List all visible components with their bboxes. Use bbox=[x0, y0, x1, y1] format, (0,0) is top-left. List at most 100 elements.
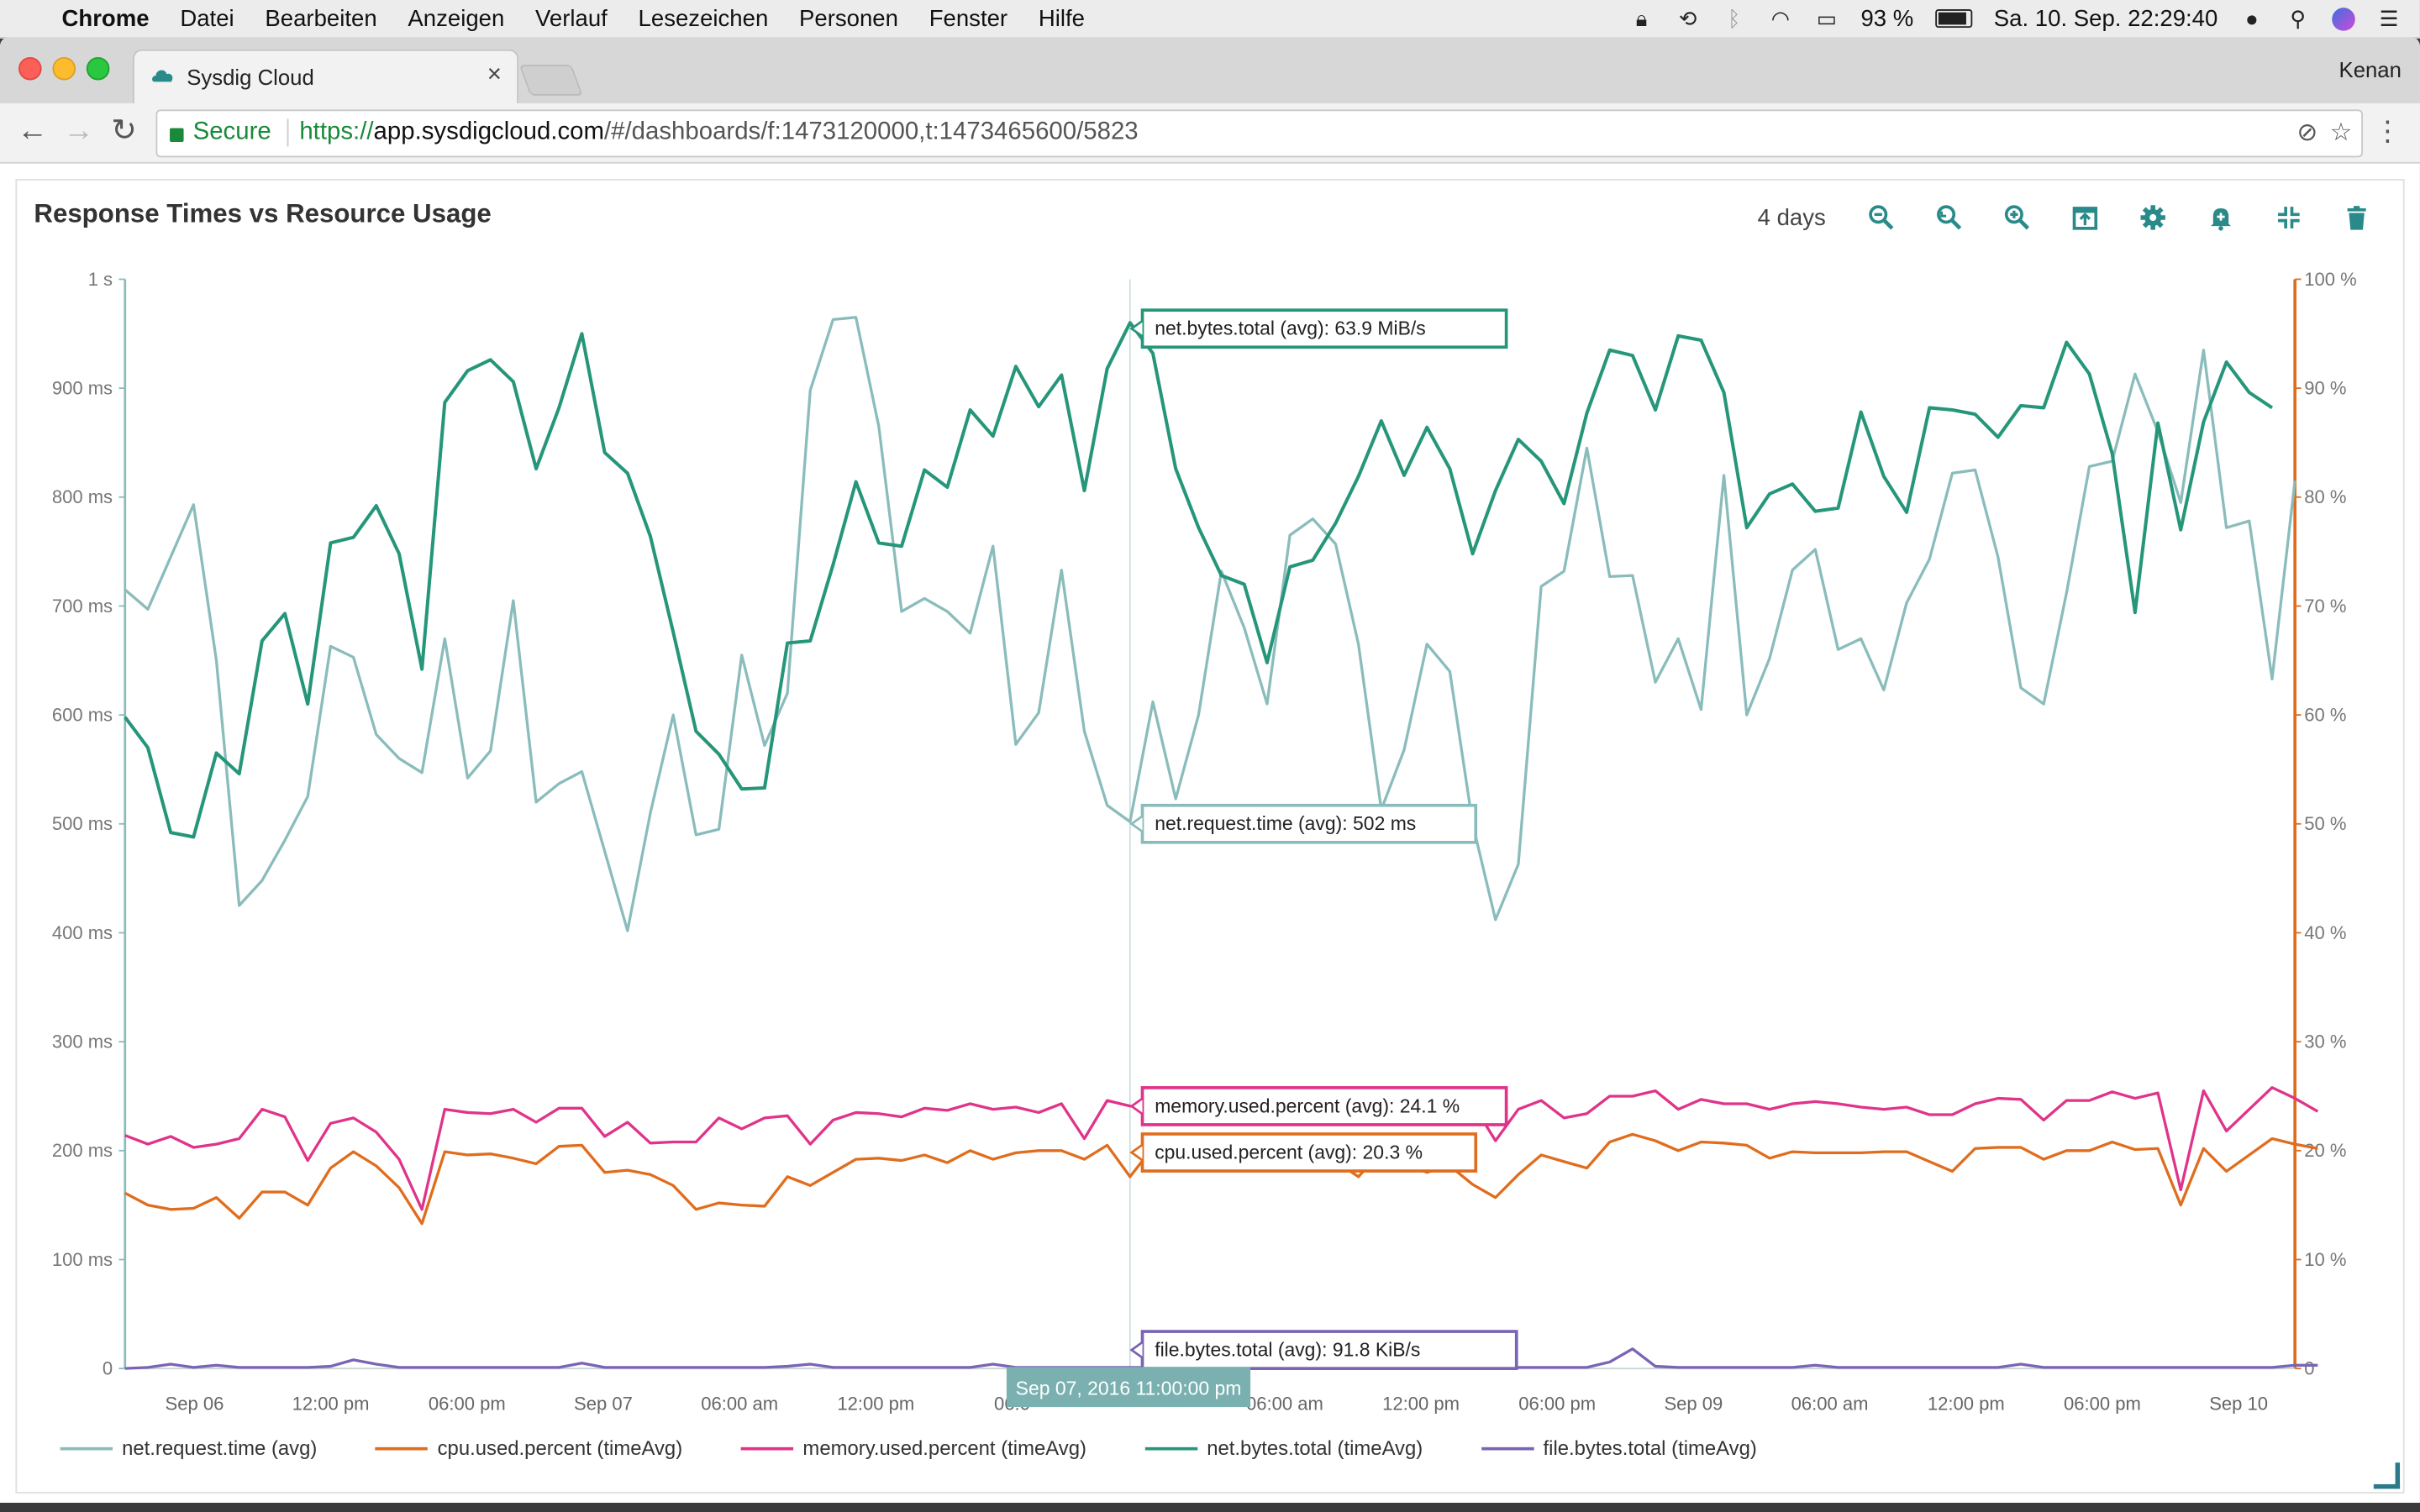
y-right-tick-label: 50 % bbox=[2304, 813, 2346, 834]
secure-label: Secure bbox=[192, 118, 271, 145]
lock-status-icon[interactable]: 🔒︎ bbox=[1629, 8, 1654, 29]
browser-window: Sysdig Cloud × Kenan ← → ↻ Secure https:… bbox=[0, 37, 2420, 1503]
tab-title: Sysdig Cloud bbox=[187, 65, 314, 90]
blocked-content-icon[interactable]: ⊘ bbox=[2296, 118, 2317, 149]
dashboard-panel: Response Times vs Resource Usage 4 days … bbox=[15, 179, 2405, 1494]
tooltip-pointer bbox=[1129, 1341, 1144, 1359]
menu-app[interactable]: Chrome bbox=[61, 5, 149, 31]
x-tick-label: Sep 10 bbox=[2209, 1394, 2268, 1415]
y-left-tick-label: 200 ms bbox=[52, 1140, 113, 1161]
y-right-tick-label: 60 % bbox=[2304, 704, 2346, 725]
new-tab-button[interactable] bbox=[518, 65, 583, 96]
padlock-icon bbox=[170, 127, 184, 142]
legend-swatch bbox=[376, 1446, 429, 1450]
omnibox-actions: ⊘ ☆ bbox=[2296, 118, 2352, 149]
y-left-tick-label: 500 ms bbox=[52, 813, 113, 834]
y-left-tick-label: 0 bbox=[103, 1357, 113, 1378]
wifi-icon[interactable]: ◠ bbox=[1768, 8, 1792, 29]
y-right-tick-label: 30 % bbox=[2304, 1031, 2346, 1052]
legend-item[interactable]: file.bytes.total (timeAvg) bbox=[1481, 1436, 1757, 1460]
menu-anzeigen[interactable]: Anzeigen bbox=[408, 5, 504, 31]
legend-item[interactable]: net.request.time (avg) bbox=[60, 1436, 318, 1460]
secure-indicator[interactable]: Secure bbox=[170, 118, 271, 146]
tooltip-text: cpu.used.percent (avg): 20.3 % bbox=[1155, 1141, 1423, 1163]
back-arrow-icon[interactable]: ← bbox=[17, 116, 48, 147]
legend-label: net.request.time (avg) bbox=[122, 1436, 318, 1460]
time-machine-icon[interactable]: ⟲ bbox=[1676, 8, 1700, 29]
tab-sysdig-cloud[interactable]: Sysdig Cloud × bbox=[132, 49, 519, 105]
y-right-tick-label: 80 % bbox=[2304, 486, 2346, 507]
x-tick-label: 06:00 am bbox=[701, 1394, 778, 1415]
y-right-tick-label: 40 % bbox=[2304, 922, 2346, 943]
screen: Chrome Datei Bearbeiten Anzeigen Verlauf… bbox=[0, 0, 2420, 1512]
hover-time-label: Sep 07, 2016 11:00:00 pm bbox=[1016, 1377, 1242, 1399]
legend-label: memory.used.percent (timeAvg) bbox=[802, 1436, 1086, 1460]
status-area: 🔒︎ ⟲ ᛒ ◠ ▭ 93 % Sa. 10. Sep. 22:29:40 ● … bbox=[1629, 0, 2402, 37]
clock[interactable]: Sa. 10. Sep. 22:29:40 bbox=[1994, 5, 2218, 31]
y-left-tick-label: 800 ms bbox=[52, 486, 113, 507]
menu-verlauf[interactable]: Verlauf bbox=[535, 5, 608, 31]
url-host: app.sysdigcloud.com bbox=[373, 118, 604, 145]
siri-icon[interactable] bbox=[2332, 7, 2355, 30]
y-left-tick-label: 300 ms bbox=[52, 1031, 113, 1052]
y-left-tick-label: 400 ms bbox=[52, 922, 113, 943]
menu-datei[interactable]: Datei bbox=[180, 5, 234, 31]
x-tick-label: 12:00 pm bbox=[1382, 1394, 1460, 1415]
menu-lesezeichen[interactable]: Lesezeichen bbox=[639, 5, 769, 31]
x-tick-label: 06:00 am bbox=[1791, 1394, 1869, 1415]
close-tab-icon[interactable]: × bbox=[487, 61, 502, 89]
y-left-tick-label: 700 ms bbox=[52, 596, 113, 617]
y-right-tick-label: 70 % bbox=[2304, 596, 2346, 617]
x-tick-label: 12:00 pm bbox=[837, 1394, 914, 1415]
legend-item[interactable]: cpu.used.percent (timeAvg) bbox=[376, 1436, 682, 1460]
battery-icon[interactable] bbox=[1934, 9, 1973, 29]
close-window-button[interactable] bbox=[18, 56, 42, 81]
x-tick-label: Sep 07 bbox=[574, 1394, 633, 1415]
menu-hilfe[interactable]: Hilfe bbox=[1039, 5, 1085, 31]
reload-icon[interactable]: ↻ bbox=[111, 116, 137, 147]
chrome-menu-icon[interactable]: ⋮ bbox=[2374, 116, 2402, 149]
menu-bearbeiten[interactable]: Bearbeiten bbox=[265, 5, 376, 31]
url-scheme: https:// bbox=[299, 118, 374, 145]
address-bar[interactable]: Secure https://app.sysdigcloud.com/#/das… bbox=[155, 109, 2363, 158]
profile-name[interactable]: Kenan bbox=[2339, 57, 2402, 81]
legend-item[interactable]: net.bytes.total (timeAvg) bbox=[1144, 1436, 1423, 1460]
tooltip-pointer bbox=[1129, 815, 1144, 833]
legend-label: cpu.used.percent (timeAvg) bbox=[437, 1436, 683, 1460]
notification-center-icon[interactable]: ☰ bbox=[2377, 8, 2402, 29]
y-right-tick-label: 20 % bbox=[2304, 1140, 2346, 1161]
menu-fenster[interactable]: Fenster bbox=[929, 5, 1007, 31]
legend-label: file.bytes.total (timeAvg) bbox=[1543, 1436, 1757, 1460]
x-tick-label: Sep 06 bbox=[166, 1394, 224, 1415]
url-text[interactable]: https://app.sysdigcloud.com/#/dashboards… bbox=[299, 118, 1138, 146]
legend-item[interactable]: memory.used.percent (timeAvg) bbox=[740, 1436, 1086, 1460]
tooltip-text: memory.used.percent (avg): 24.1 % bbox=[1155, 1095, 1460, 1116]
y-right-tick-label: 90 % bbox=[2304, 377, 2346, 398]
line-chart[interactable]: 0 100 ms 200 ms 300 ms 400 ms 500 ms 600 ms 700… bbox=[17, 181, 2403, 1492]
bluetooth-icon[interactable]: ᛒ bbox=[1722, 8, 1746, 29]
tooltip-pointer bbox=[1129, 1143, 1144, 1162]
spotlight-search-icon[interactable]: ⚲ bbox=[2286, 8, 2310, 29]
series-line bbox=[124, 321, 2274, 839]
chart-legend: net.request.time (avg) cpu.used.percent … bbox=[60, 1436, 1816, 1460]
airplay-icon[interactable]: ▭ bbox=[1814, 8, 1839, 29]
url-path: /#/dashboards/f:1473120000,t:1473465600/… bbox=[603, 118, 1139, 145]
menu-personen[interactable]: Personen bbox=[799, 5, 898, 31]
tab-strip: Sysdig Cloud × Kenan bbox=[0, 37, 2420, 105]
y-right-tick-label: 10 % bbox=[2304, 1249, 2346, 1270]
tooltip-text: net.bytes.total (avg): 63.9 MiB/s bbox=[1155, 318, 1426, 339]
y-right-tick-label: 100 % bbox=[2304, 269, 2356, 290]
resize-handle[interactable] bbox=[2373, 1462, 2401, 1489]
x-tick-label: Sep 09 bbox=[1664, 1394, 1723, 1415]
forward-arrow-icon[interactable]: → bbox=[63, 116, 94, 147]
y-right-tick-label: 0 bbox=[2304, 1357, 2314, 1378]
maximize-window-button[interactable] bbox=[86, 56, 110, 81]
battery-percent[interactable]: 93 % bbox=[1860, 5, 1913, 31]
minimize-window-button[interactable] bbox=[52, 56, 76, 81]
legend-label: net.bytes.total (timeAvg) bbox=[1207, 1436, 1423, 1460]
bookmark-star-icon[interactable]: ☆ bbox=[2330, 118, 2352, 149]
user-icon[interactable]: ● bbox=[2239, 8, 2264, 29]
legend-swatch bbox=[1481, 1446, 1534, 1450]
y-left-tick-label: 900 ms bbox=[52, 377, 113, 398]
tooltip-text: file.bytes.total (avg): 91.8 KiB/s bbox=[1155, 1338, 1420, 1360]
